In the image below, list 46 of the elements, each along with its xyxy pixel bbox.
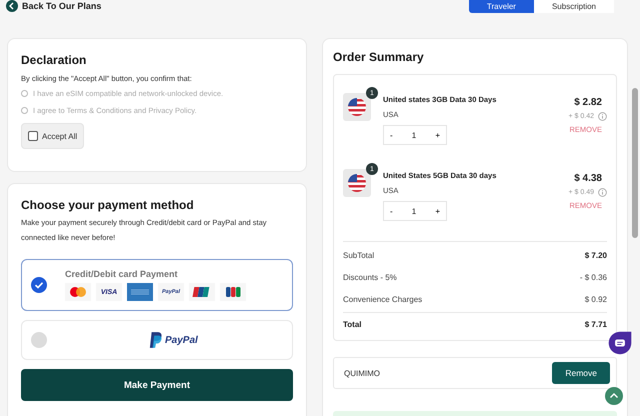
jcb-logo-icon	[220, 283, 246, 301]
radio-circle[interactable]	[21, 90, 28, 97]
mastercard-logo-icon	[65, 283, 91, 301]
quantity-value: 1	[412, 130, 416, 140]
card-payment-label: Credit/Debit card Payment	[65, 269, 179, 279]
scrollbar-thumb[interactable]	[632, 88, 638, 238]
summary-label: SubTotal	[343, 251, 374, 260]
scroll-up-icon[interactable]	[605, 387, 623, 405]
info-icon[interactable]	[598, 112, 607, 121]
summary-value: $ 7.71	[584, 320, 607, 329]
coupon-code: QUIMIMO	[344, 368, 380, 378]
back-link[interactable]: Back To Our Plans	[22, 1, 102, 11]
unionpay-logo-icon	[189, 283, 215, 301]
summary-value: $ 0.92	[584, 295, 607, 304]
radio-circle	[31, 332, 47, 348]
radio-circle[interactable]	[21, 107, 28, 114]
increase-button[interactable]: +	[433, 130, 442, 140]
summary-label: Discounts - 5%	[343, 273, 397, 282]
order-summary-title: Order Summary	[333, 50, 425, 64]
paypal-p-icon	[149, 330, 163, 350]
summary-label: Total	[343, 320, 362, 329]
plan-price: $ 4.38	[574, 173, 602, 184]
payment-option[interactable]: PayPal	[21, 320, 293, 360]
summary-value: - $ 0.36	[580, 273, 607, 282]
decrease-button[interactable]: -	[388, 206, 395, 216]
summary-value: $ 7.20	[584, 251, 607, 260]
accept-all-button[interactable]: Accept All	[21, 123, 84, 149]
summary-label: Convenience Charges	[343, 295, 422, 304]
plan-tab[interactable]: Traveler	[468, 0, 534, 13]
payment-title: Choose your payment method	[21, 198, 195, 212]
declaration-title: Declaration	[21, 53, 88, 67]
info-icon[interactable]	[598, 188, 607, 197]
flag-icon	[343, 169, 371, 197]
check-circle-icon	[31, 277, 47, 293]
increase-button[interactable]: +	[433, 206, 442, 216]
plan-price: $ 2.82	[574, 97, 602, 108]
amex-logo-icon	[127, 283, 153, 301]
chat-icon[interactable]	[608, 331, 632, 355]
checkbox[interactable]	[28, 131, 38, 141]
flag-icon	[343, 93, 371, 121]
remove-coupon-button[interactable]: Remove	[552, 362, 610, 384]
decrease-button[interactable]: -	[388, 130, 395, 140]
make-payment-button[interactable]: Make Payment	[21, 369, 293, 401]
coupon-field[interactable]: QUIMIMO Remove	[333, 357, 617, 389]
paypal-logo: PayPal	[165, 334, 198, 346]
quantity-value: 1	[412, 206, 416, 216]
